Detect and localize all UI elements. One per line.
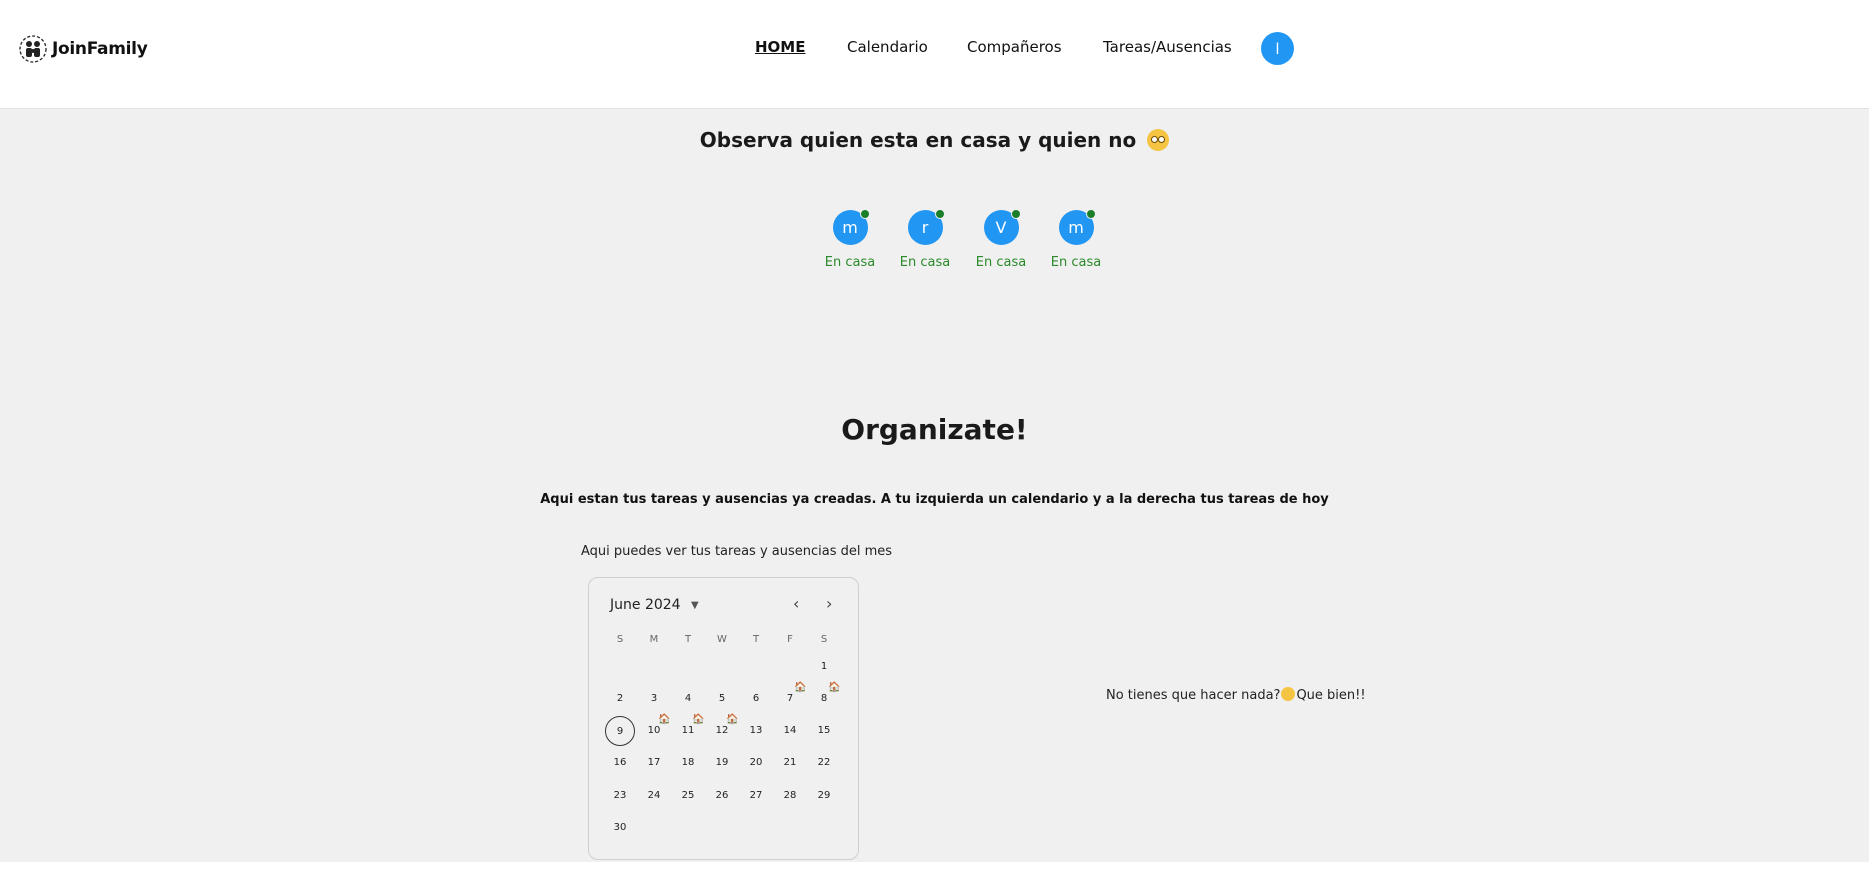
member-initial: r (921, 218, 929, 237)
no-tasks-text-2: Que bien!! (1296, 688, 1366, 703)
calendar-day-today[interactable]: 9 (605, 716, 635, 746)
calendar-day[interactable]: 4 (673, 684, 703, 714)
house-icon: 🏠 (658, 714, 671, 725)
main-content: Observa quien esta en casa y quien no m … (0, 109, 1869, 862)
weekday-header: F (787, 634, 793, 645)
weekday-header: S (820, 634, 828, 645)
no-tasks-message: No tienes que hacer nada? Que bien!! (1106, 687, 1366, 703)
weekday-header: T (684, 634, 692, 645)
online-indicator (934, 209, 945, 219)
calendar-day[interactable]: 21 (775, 748, 805, 778)
calendar-day[interactable]: 1 (809, 652, 839, 682)
calendar-day[interactable]: 27 (741, 781, 771, 811)
member-avatar[interactable]: V (983, 209, 1021, 245)
nav-tareas-ausencias[interactable]: Tareas/Ausencias (1103, 38, 1232, 56)
house-icon: 🏠 (794, 682, 807, 693)
member-initial: V (995, 218, 1007, 237)
member-avatar[interactable]: m (1058, 209, 1096, 245)
presence-title: Observa quien esta en casa y quien no (0, 128, 1869, 152)
weekday-header: T (752, 634, 760, 645)
calendar-day[interactable]: 22 (809, 748, 839, 778)
member-item[interactable]: m En casa (1031, 209, 1121, 270)
logo[interactable]: JoinFamily (18, 34, 148, 64)
member-avatar[interactable]: r (907, 209, 945, 245)
weekday-header: S (616, 634, 624, 645)
calendar-day[interactable]: 29 (809, 781, 839, 811)
calendar-day[interactable]: 20 (741, 748, 771, 778)
page-bottom-strip (0, 862, 1869, 871)
user-avatar[interactable]: l (1261, 32, 1294, 65)
app-name: JoinFamily (52, 39, 148, 59)
month-dropdown-icon[interactable]: ▼ (691, 600, 699, 611)
calendar-caption: Aqui puedes ver tus tareas y ausencias d… (581, 544, 893, 559)
organize-subtitle: Aqui estan tus tareas y ausencias ya cre… (540, 492, 1329, 507)
nav-companeros[interactable]: Compañeros (967, 38, 1062, 56)
calendar-month-label[interactable]: June 2024 (610, 597, 681, 613)
top-navbar: JoinFamily HOME Calendario Compañeros Ta… (0, 0, 1869, 109)
house-icon: 🏠 (726, 714, 739, 725)
weekday-header: W (717, 634, 727, 645)
online-indicator (1085, 209, 1096, 219)
calendar-day[interactable]: 30 (605, 813, 635, 843)
calendar-day[interactable]: 23 (605, 781, 635, 811)
calendar-day[interactable]: 6 (741, 684, 771, 714)
calendar-day[interactable]: 18 (673, 748, 703, 778)
family-logo-icon (19, 35, 47, 63)
member-status: En casa (1050, 255, 1102, 270)
house-icon: 🏠 (692, 714, 705, 725)
calendar-day[interactable]: 3 (639, 684, 669, 714)
calendar-day[interactable]: 24 (639, 781, 669, 811)
calendar-day[interactable]: 19 (707, 748, 737, 778)
user-initial: l (1275, 39, 1280, 58)
organize-title: Organizate! (841, 413, 1028, 446)
weekday-header: M (649, 634, 659, 645)
eye-roll-emoji-icon (1147, 129, 1170, 151)
calendar-day[interactable]: 13 (741, 716, 771, 746)
online-indicator (859, 209, 870, 219)
no-tasks-text: No tienes que hacer nada? (1106, 688, 1281, 703)
calendar-day[interactable]: 26 (707, 781, 737, 811)
calendar-day[interactable]: 17 (639, 748, 669, 778)
online-indicator (1010, 209, 1021, 219)
month-calendar: June 2024 ▼ ‹ › S M T W T F S 1 2 3 4 5 6 7 🏠 8 🏠 9 10 🏠 11 🏠… (588, 577, 859, 860)
calendar-day[interactable]: 2 (605, 684, 635, 714)
calendar-day[interactable]: 16 (605, 748, 635, 778)
calendar-day[interactable]: 28 (775, 781, 805, 811)
nav-calendario[interactable]: Calendario (847, 38, 928, 56)
nav-home[interactable]: HOME (755, 38, 805, 56)
member-avatar[interactable]: m (832, 209, 870, 245)
calendar-day[interactable]: 15 (809, 716, 839, 746)
house-icon: 🏠 (828, 682, 841, 693)
next-month-icon[interactable]: › (826, 594, 832, 613)
calendar-day[interactable]: 25 (673, 781, 703, 811)
member-initial: m (842, 218, 858, 237)
previous-month-icon[interactable]: ‹ (793, 594, 799, 613)
presence-title-text: Observa quien esta en casa y quien no (699, 128, 1137, 152)
calendar-day[interactable]: 14 (775, 716, 805, 746)
calendar-day[interactable]: 5 (707, 684, 737, 714)
member-initial: m (1068, 218, 1084, 237)
yum-emoji-icon (1281, 687, 1296, 701)
